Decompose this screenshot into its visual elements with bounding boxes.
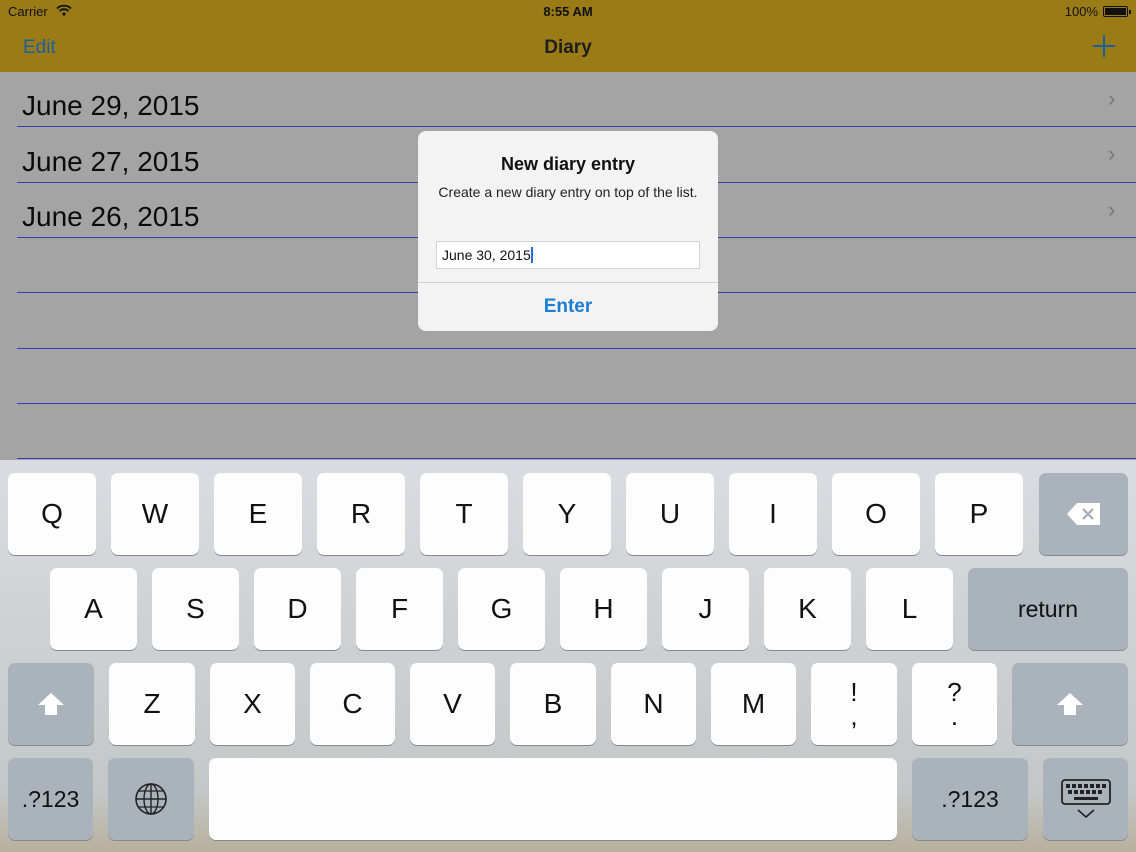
chevron-right-icon: › [1108,86,1116,111]
ruled-line [17,348,1136,349]
shift-icon [38,693,64,715]
key-l[interactable]: L [866,568,953,650]
enter-button[interactable]: Enter [418,283,718,331]
key-o[interactable]: O [832,473,920,555]
globe-key[interactable] [108,758,194,840]
chevron-right-icon: › [1108,141,1116,166]
key-v[interactable]: V [410,663,495,745]
key-bottom-glyph: , [850,701,858,731]
shift-key-right[interactable] [1012,663,1128,745]
key-d[interactable]: D [254,568,341,650]
text-caret [530,247,533,263]
status-bar: Carrier 8:55 AM 100% [0,0,1136,24]
backspace-key[interactable] [1039,473,1128,555]
shift-icon [1057,693,1083,715]
numbers-key-label: .?123 [21,785,80,812]
key-m[interactable]: M [711,663,796,745]
key-question-period[interactable]: ? . [912,663,997,745]
key-n[interactable]: N [611,663,696,745]
edit-button[interactable]: Edit [23,37,56,59]
backspace-icon [1066,503,1100,525]
navigation-bar: Edit Diary [0,24,1136,72]
battery-percent: 100% [1064,4,1098,19]
plus-icon[interactable] [1090,32,1118,60]
key-q[interactable]: Q [8,473,96,555]
key-j[interactable]: J [662,568,749,650]
numbers-key-right[interactable]: .?123 [912,758,1028,840]
globe-icon [135,783,167,815]
keyboard-dismiss-icon [1060,779,1111,819]
key-k[interactable]: K [764,568,851,650]
key-t[interactable]: T [420,473,508,555]
numbers-key-label: .?123 [941,785,999,812]
key-x[interactable]: X [210,663,295,745]
key-p[interactable]: P [935,473,1023,555]
page-title: Diary [544,37,592,58]
shift-key-left[interactable] [8,663,94,745]
chevron-right-icon: › [1108,197,1116,222]
key-exclam-comma[interactable]: ! , [811,663,897,745]
key-f[interactable]: F [356,568,443,650]
key-w[interactable]: W [111,473,199,555]
key-u[interactable]: U [626,473,714,555]
ruled-line [17,126,1136,127]
ruled-line [17,403,1136,404]
entry-date: June 27, 2015 [22,146,200,177]
entry-date: June 26, 2015 [22,201,200,232]
return-key[interactable]: return [968,568,1128,650]
entry-date: June 29, 2015 [22,90,200,121]
numbers-key-left[interactable]: .?123 [8,758,93,840]
keyboard: Q W E R T Y U I O P A S D F G H J K L re… [0,460,1136,852]
battery-icon [1103,6,1131,17]
entry-date-value: June 30, 2015 [442,247,531,263]
key-g[interactable]: G [458,568,545,650]
alert-title: New diary entry [500,154,636,174]
clock: 8:55 AM [543,4,593,19]
space-bar[interactable] [209,758,897,840]
key-h[interactable]: H [560,568,647,650]
ruled-line [17,458,1136,459]
alert-message: Create a new diary entry on top of the l… [438,184,698,200]
entry-date-input[interactable]: June 30, 2015 [436,241,700,269]
keyboard-dismiss-key[interactable] [1043,758,1128,840]
key-e[interactable]: E [214,473,302,555]
key-a[interactable]: A [50,568,137,650]
key-z[interactable]: Z [109,663,195,745]
key-s[interactable]: S [152,568,239,650]
key-i[interactable]: I [729,473,817,555]
top-bar: Carrier 8:55 AM 100% Edit Diary [0,0,1136,72]
key-b[interactable]: B [510,663,596,745]
key-bottom-glyph: . [950,701,959,731]
key-y[interactable]: Y [523,473,611,555]
new-entry-alert: New diary entry Create a new diary entry… [418,131,718,331]
key-c[interactable]: C [310,663,395,745]
key-r[interactable]: R [317,473,405,555]
